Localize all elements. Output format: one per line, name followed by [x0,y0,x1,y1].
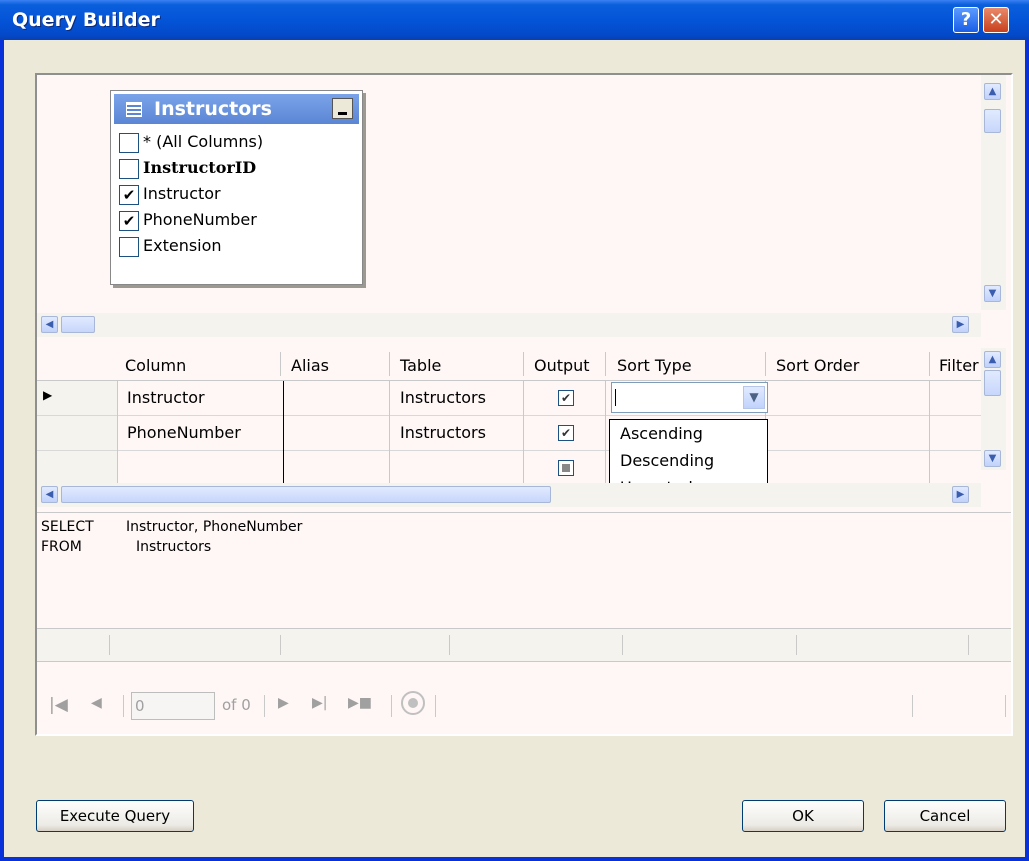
sql-pane[interactable]: SELECT Instructor, PhoneNumber FROM Inst… [37,512,1011,629]
query-builder-window: Query Builder ? ✕ Instructors * (All Col… [0,0,1029,861]
record-position-input[interactable]: 0 [131,692,215,720]
record-count-label: of 0 [222,696,251,714]
scroll-right-icon[interactable]: ▶ [952,316,969,333]
scroll-down-icon[interactable]: ▼ [984,285,1001,302]
record-position-value: 0 [135,697,145,715]
column-label: PhoneNumber [143,210,257,229]
header-table[interactable]: Table [400,356,441,375]
sql-select-columns: Instructor, PhoneNumber [126,519,303,535]
scroll-up-icon[interactable]: ▲ [984,351,1001,368]
current-row-indicator-icon: ▶ [43,388,53,402]
new-record-icon[interactable]: ▶■ [348,695,372,711]
window-title: Query Builder [12,9,160,31]
results-grid-header [37,628,1011,662]
table-card-title: Instructors [154,98,272,120]
text-caret [615,389,616,406]
column-label: * (All Columns) [143,132,264,151]
sort-option-ascending[interactable]: Ascending [620,424,703,443]
chevron-down-icon[interactable]: ▼ [743,386,765,409]
scrollbar-thumb[interactable] [984,370,1001,396]
column-checkbox[interactable] [119,133,139,153]
sql-select-keyword: SELECT [41,519,94,535]
last-record-icon[interactable]: ▶| [312,695,327,711]
scrollbar-thumb[interactable] [61,486,551,503]
query-designer-panel: Instructors * (All Columns) InstructorID… [35,73,1013,736]
table-icon [126,102,142,117]
header-output[interactable]: Output [534,356,590,375]
ok-button[interactable]: OK [742,800,864,832]
grid-cell-column[interactable]: Instructor [127,388,205,407]
column-checkbox[interactable] [119,159,139,179]
output-checkbox-indeterminate[interactable] [558,460,574,476]
grid-horizontal-scrollbar[interactable]: ◀ ▶ [37,483,981,507]
column-label: Extension [143,236,222,255]
cancel-button[interactable]: Cancel [884,800,1006,832]
close-icon[interactable]: ✕ [983,7,1009,33]
sql-from-keyword: FROM [41,539,82,555]
sort-type-dropdown[interactable]: ▼ [611,382,768,413]
grid-cell-table[interactable]: Instructors [400,388,486,407]
previous-record-icon[interactable]: ◀ [91,695,102,711]
execute-query-button[interactable]: Execute Query [36,800,194,832]
header-alias[interactable]: Alias [291,356,329,375]
column-checkbox[interactable] [119,237,139,257]
diagram-vertical-scrollbar[interactable]: ▲ ▼ [981,75,1006,310]
scroll-up-icon[interactable]: ▲ [984,83,1001,100]
results-navigator: |◀ ◀ 0 of 0 ▶ ▶| ▶■ [37,685,1011,735]
help-icon[interactable]: ? [953,7,979,33]
diagram-pane[interactable]: Instructors * (All Columns) InstructorID… [37,75,981,313]
grid-vertical-scrollbar[interactable]: ▲ ▼ [981,348,1006,470]
scrollbar-thumb[interactable] [61,316,95,333]
grid-header-row: Column Alias Table Output Sort Type Sort… [37,348,981,381]
column-checkbox-checked[interactable]: ✔ [119,185,139,205]
diagram-horizontal-scrollbar[interactable]: ◀ ▶ [37,313,981,337]
next-record-icon[interactable]: ▶ [278,695,289,711]
output-checkbox-checked[interactable]: ✔ [558,390,574,406]
minimize-icon[interactable] [332,98,353,119]
column-checkbox-checked[interactable]: ✔ [119,211,139,231]
title-bar[interactable]: Query Builder ? ✕ [0,0,1029,40]
header-sort-type[interactable]: Sort Type [617,356,692,375]
sql-from-table: Instructors [136,539,212,555]
header-filter[interactable]: Filter [939,356,979,375]
first-record-icon[interactable]: |◀ [49,695,68,715]
column-label-primary-key: InstructorID [143,158,257,177]
sort-option-descending[interactable]: Descending [620,451,714,470]
column-label: Instructor [143,184,221,203]
table-card-instructors[interactable]: Instructors * (All Columns) InstructorID… [110,90,363,285]
scroll-right-icon[interactable]: ▶ [952,486,969,503]
header-column[interactable]: Column [125,356,186,375]
output-checkbox-checked[interactable]: ✔ [558,425,574,441]
grid-cell-column[interactable]: PhoneNumber [127,423,241,442]
grid-cell-table[interactable]: Instructors [400,423,486,442]
table-card-header[interactable]: Instructors [114,94,359,124]
scrollbar-thumb[interactable] [984,109,1001,133]
scroll-down-icon[interactable]: ▼ [984,450,1001,467]
stop-icon[interactable] [401,691,425,715]
scroll-left-icon[interactable]: ◀ [41,316,58,333]
scroll-left-icon[interactable]: ◀ [41,486,58,503]
header-sort-order[interactable]: Sort Order [776,356,859,375]
